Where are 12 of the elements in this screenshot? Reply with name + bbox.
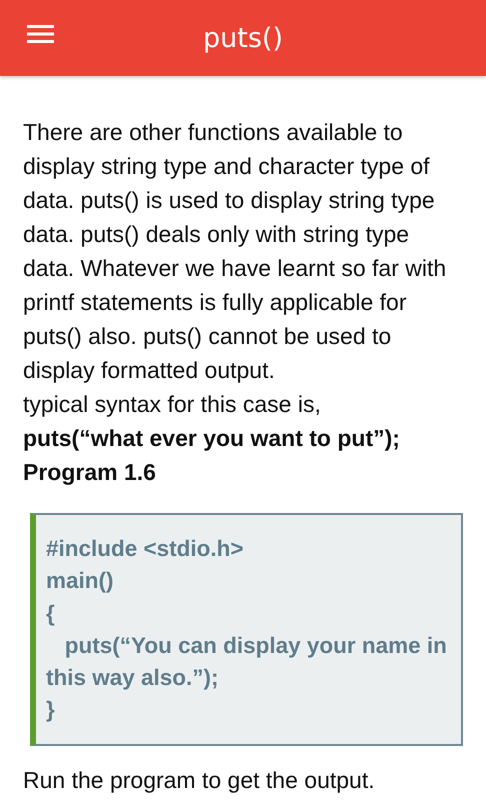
code-line: #include <stdio.h> — [46, 535, 245, 563]
body-text: typical syntax for this case is, — [23, 390, 322, 419]
code-line: main() — [46, 567, 114, 596]
page-title: puts() — [202, 22, 284, 54]
code-line: } — [46, 696, 56, 724]
body-text: There are other functions available to display string type and character type of data. puts() is used to display string type data. puts() deals only with string type data. Whatever we have learnt so far with printf statements is fully applicable for puts() also. puts() cannot be used to display formatted output. — [23, 118, 448, 385]
code-line: puts(“You can display your name in this way also.”); — [46, 632, 448, 692]
body-text: Run the program to get the output. — [23, 766, 376, 795]
menu-icon[interactable] — [27, 25, 54, 43]
bold-text: puts(“what ever you want to put”); — [23, 424, 401, 453]
bold-text: Program 1.6 — [23, 458, 157, 487]
code-line: { — [46, 600, 56, 628]
